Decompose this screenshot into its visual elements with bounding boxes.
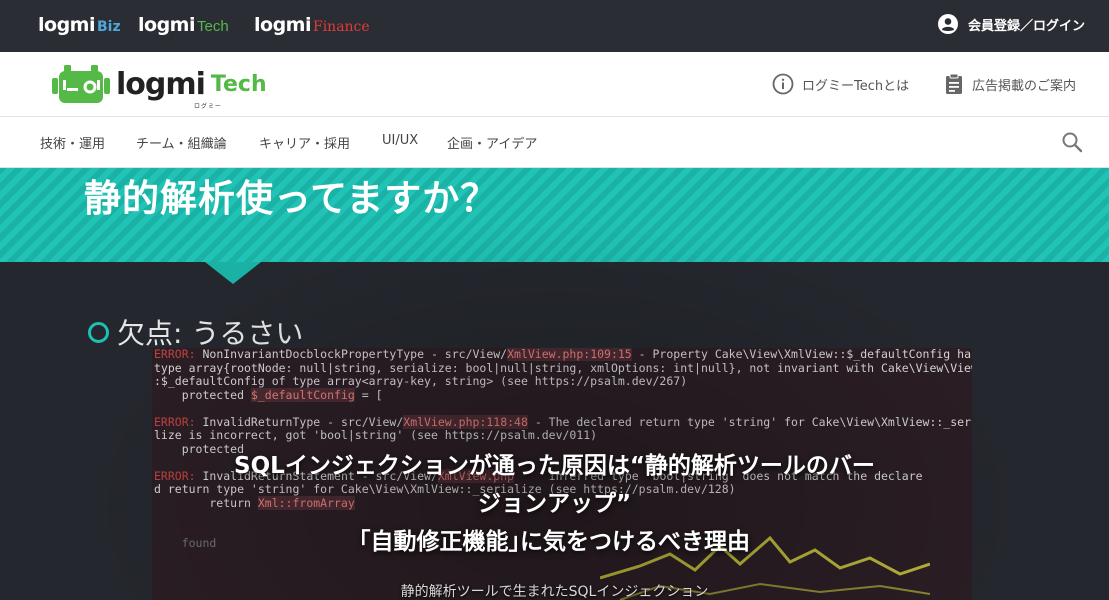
user-circle-icon [937,14,958,34]
code-text: protected [154,387,251,402]
code-line: ERROR: NonInvariantDocblockPropertyType … [154,348,972,362]
slide-title: 静的解析使ってますか？ [84,177,499,220]
ads-link[interactable]: 広告掲載のご案内 [944,73,1076,95]
bullet-ring-icon [88,321,109,343]
logmi-finance-link[interactable]: logmi Finance [254,14,370,36]
nav-item-tech-ops[interactable]: 技術・運用 [40,133,105,152]
about-link[interactable]: ログミーTechとは [772,73,909,95]
logmi-biz-link[interactable]: logmi Biz [38,14,121,36]
nav-item-team[interactable]: チーム・組織論 [136,133,227,152]
login-label: 会員登録／ログイン [967,18,1085,34]
login-button[interactable]: 会員登録／ログイン [937,14,1085,34]
logmi-tech-link[interactable]: logmi Tech [138,14,229,36]
brand-sub: Finance [312,19,370,35]
info-icon [772,73,794,95]
code-line: ERROR: InvalidReturnType - src/View/XmlV… [154,414,972,430]
robot-logo-icon [52,65,110,103]
logo-kana: ログミー [194,103,223,110]
ads-label: 広告掲載のご案内 [972,78,1077,94]
logo-tech: Tech [210,72,267,97]
code-text: - Property Cake\View\XmlView::$_defaultC… [631,348,972,361]
nav-item-planning[interactable]: 企画・アイデア [447,133,537,152]
code-line: protected $_defaultConfig = [ [154,387,383,403]
code-text: lize is incorrect, got 'bool|string' (se… [154,428,598,442]
code-text: :$_defaultConfig of type array<array-key… [154,374,688,388]
brand-main: logmi [138,14,195,36]
code-line: :$_defaultConfig of type array<array-key… [154,374,688,389]
error-tag: ERROR: [154,414,196,429]
code-highlight: XmlView.php:109:15 [507,348,632,361]
bullet-text: 欠点: うるさい [117,317,304,350]
category-nav: 技術・運用 チーム・組織論 キャリア・採用 UI/UX 企画・アイデア [0,117,1109,168]
nav-item-career[interactable]: キャリア・採用 [259,133,350,152]
headline-line-1: SQLインジェクションが通った原因は“静的解析ツールのバー [234,453,875,479]
error-tag: ERROR: [154,348,196,361]
code-text: = [ [354,387,383,402]
slide-bullet: 欠点: うるさい [88,312,303,352]
site-logo[interactable]: logmi Tech ログミー [52,65,267,110]
headline-line-2: ジョンアップ” [477,491,632,517]
brand-sub: Tech [196,18,229,35]
code-highlight: $_defaultConfig [250,387,355,402]
code-line: type array{rootNode: null|string, serial… [154,360,972,376]
nav-item-uiux[interactable]: UI/UX [382,133,418,148]
brand-main: logmi [38,14,95,36]
code-text: type array{rootNode: null|string, serial… [154,360,972,375]
code-line: lize is incorrect, got 'bool|string' (se… [154,428,598,443]
headline-line-3: ｢自動修正機能｣に気をつけるべき理由 [359,529,750,555]
brand-sub: Biz [96,19,121,35]
about-label: ログミーTechとは [802,78,910,94]
search-icon[interactable] [1061,131,1083,153]
brand-main: logmi [254,14,311,36]
article-hero-image[interactable]: 静的解析使ってますか？ 欠点: うるさい ERROR: NonInvariant… [0,168,1109,600]
code-text: InvalidReturnType - src/View/ [195,414,404,429]
code-highlight: XmlView.php:118:48 [403,414,528,429]
site-header: logmi Tech ログミー ログミーTechとは 広告掲載のご案内 [0,52,1109,117]
code-text: - The declared return type 'string' for … [527,414,972,429]
title-band-notch [205,262,261,284]
clipboard-icon [946,73,962,94]
code-text: NonInvariantDocblockPropertyType - src/V… [195,348,508,361]
image-caption: 静的解析ツールで生まれたSQLインジェクション [400,584,709,600]
network-bar: logmi Biz logmi Tech logmi Finance 会員登録／… [0,0,1109,52]
logo-word: logmi [116,67,206,102]
